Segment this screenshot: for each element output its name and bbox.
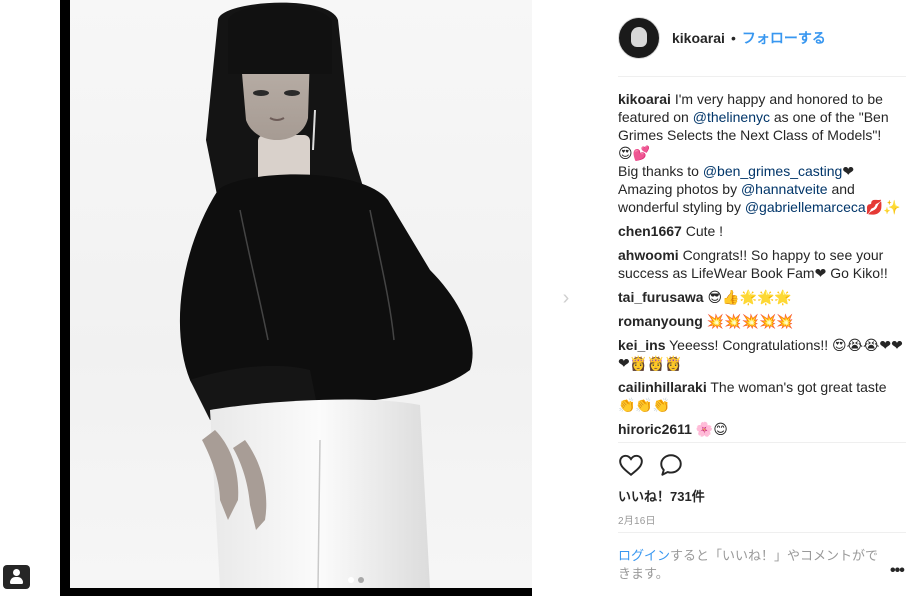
comment-username[interactable]: cailinhillaraki bbox=[618, 379, 707, 395]
mention-ben-grimes[interactable]: @ben_grimes_casting bbox=[703, 163, 843, 179]
mention-gabriellemarceca[interactable]: @gabriellemarceca bbox=[745, 199, 866, 215]
mention-thelinenyc[interactable]: @thelinenyc bbox=[693, 109, 770, 125]
mention-hannatveite[interactable]: @hannatveite bbox=[741, 181, 828, 197]
login-link[interactable]: ログイン bbox=[618, 548, 670, 563]
comment-username[interactable]: hiroric2611 bbox=[618, 421, 692, 437]
likes-count[interactable]: いいね！731件 bbox=[618, 486, 705, 505]
comment-text: 😎👍🌟🌟🌟 bbox=[707, 289, 792, 305]
carousel-dot-1[interactable] bbox=[348, 577, 354, 583]
more-horizontal-icon[interactable]: ••• bbox=[890, 562, 905, 580]
comment-username[interactable]: tai_furusawa bbox=[618, 289, 704, 305]
header-username[interactable]: kikoarai bbox=[672, 30, 725, 46]
post-side-panel: kikoarai • フォローする kikoarai I'm very happ… bbox=[618, 0, 908, 596]
login-prompt: ログインすると「いいね！」やコメントができます。 bbox=[618, 547, 888, 583]
follow-button[interactable]: フォローする bbox=[742, 28, 826, 48]
post-photo bbox=[70, 0, 532, 588]
caption-line-2: Big thanks to @ben_grimes_casting❤Amazin… bbox=[618, 162, 906, 216]
comment-item: tai_furusawa 😎👍🌟🌟🌟 bbox=[618, 288, 906, 306]
chevron-right-icon[interactable]: › bbox=[552, 284, 580, 312]
model-photo-illustration bbox=[179, 2, 473, 588]
speech-bubble-icon[interactable] bbox=[658, 452, 684, 478]
footer-divider bbox=[618, 532, 906, 533]
header-divider bbox=[618, 76, 906, 77]
comment-username[interactable]: kei_ins bbox=[618, 337, 665, 353]
caption-emoji-2: 💋✨ bbox=[865, 199, 901, 215]
comment-username[interactable]: chen1667 bbox=[618, 223, 682, 239]
caption-emoji-1: 😍💕 bbox=[618, 145, 651, 161]
carousel-dots bbox=[348, 577, 364, 583]
comments-divider bbox=[618, 442, 906, 443]
caption-username[interactable]: kikoarai bbox=[618, 91, 671, 107]
comment-item: ahwoomi Congrats!! So happy to see your … bbox=[618, 246, 906, 282]
comment-text: 🌸😊 bbox=[695, 421, 728, 437]
post-media[interactable] bbox=[60, 0, 532, 596]
caption-text-2a: Big thanks to bbox=[618, 163, 703, 179]
comments-list: kikoarai I'm very happy and honored to b… bbox=[618, 90, 906, 444]
comment-item: hiroric2611 🌸😊 bbox=[618, 420, 906, 438]
comment-text: 💥💥💥💥💥 bbox=[706, 313, 794, 329]
caption: kikoarai I'm very happy and honored to b… bbox=[618, 90, 906, 216]
comment-text: Cute ! bbox=[685, 223, 724, 239]
comment-item: chen1667 Cute ! bbox=[618, 222, 906, 240]
post-header: kikoarai • フォローする bbox=[618, 16, 826, 60]
avatar[interactable] bbox=[618, 17, 660, 59]
comment-item: cailinhillaraki The woman's got great ta… bbox=[618, 378, 906, 414]
comment-username[interactable]: romanyoung bbox=[618, 313, 703, 329]
header-separator: • bbox=[730, 30, 736, 46]
comment-username[interactable]: ahwoomi bbox=[618, 247, 679, 263]
heart-outline-icon[interactable] bbox=[618, 452, 644, 478]
comment-item: romanyoung 💥💥💥💥💥 bbox=[618, 312, 906, 330]
comment-item: kei_ins Yeeess! Congratulations!! 😍😭😭❤❤❤… bbox=[618, 336, 906, 372]
user-silhouette-icon[interactable] bbox=[3, 565, 30, 589]
action-bar bbox=[618, 452, 684, 478]
carousel-dot-2[interactable] bbox=[358, 577, 364, 583]
post-date[interactable]: 2月16日 bbox=[618, 512, 656, 527]
